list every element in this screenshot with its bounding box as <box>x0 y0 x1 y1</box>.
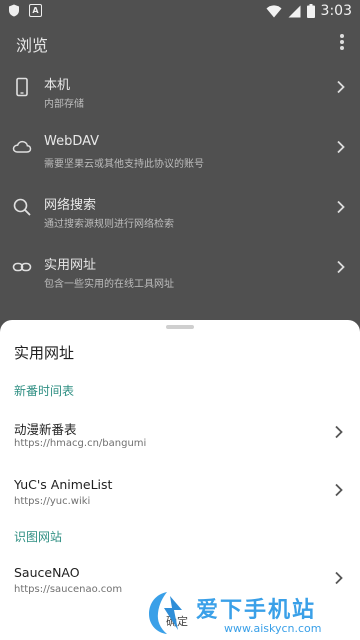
chevron-right-icon <box>335 425 343 439</box>
section-header-image-search: 识图网站 <box>14 530 63 544</box>
link-row-hmacg[interactable]: 动漫新番表 https://hmacg.cn/bangumi <box>0 413 360 459</box>
watermark-brand: 爱下手机站 <box>196 598 317 623</box>
link-title: 动漫新番表 <box>14 422 77 437</box>
drag-handle[interactable] <box>166 325 194 329</box>
chevron-right-icon <box>335 571 343 585</box>
watermark: 爱下手机站 www.aiskycn.com <box>140 586 360 640</box>
link-url: https://saucenao.com <box>14 584 123 595</box>
link-url: https://yuc.wiki <box>14 496 91 507</box>
link-title: YuC's AnimeList <box>14 477 113 492</box>
section-header-anime-schedule: 新番时间表 <box>14 384 75 398</box>
sheet-title: 实用网址 <box>14 344 75 362</box>
watermark-url: www.aiskycn.com <box>224 622 322 635</box>
link-title: SauceNAO <box>14 565 80 580</box>
link-row-yuc-wiki[interactable]: YuC's AnimeList https://yuc.wiki <box>0 471 360 517</box>
chevron-right-icon <box>335 483 343 497</box>
link-url: https://hmacg.cn/bangumi <box>14 438 147 449</box>
watermark-logo-icon <box>149 592 182 634</box>
